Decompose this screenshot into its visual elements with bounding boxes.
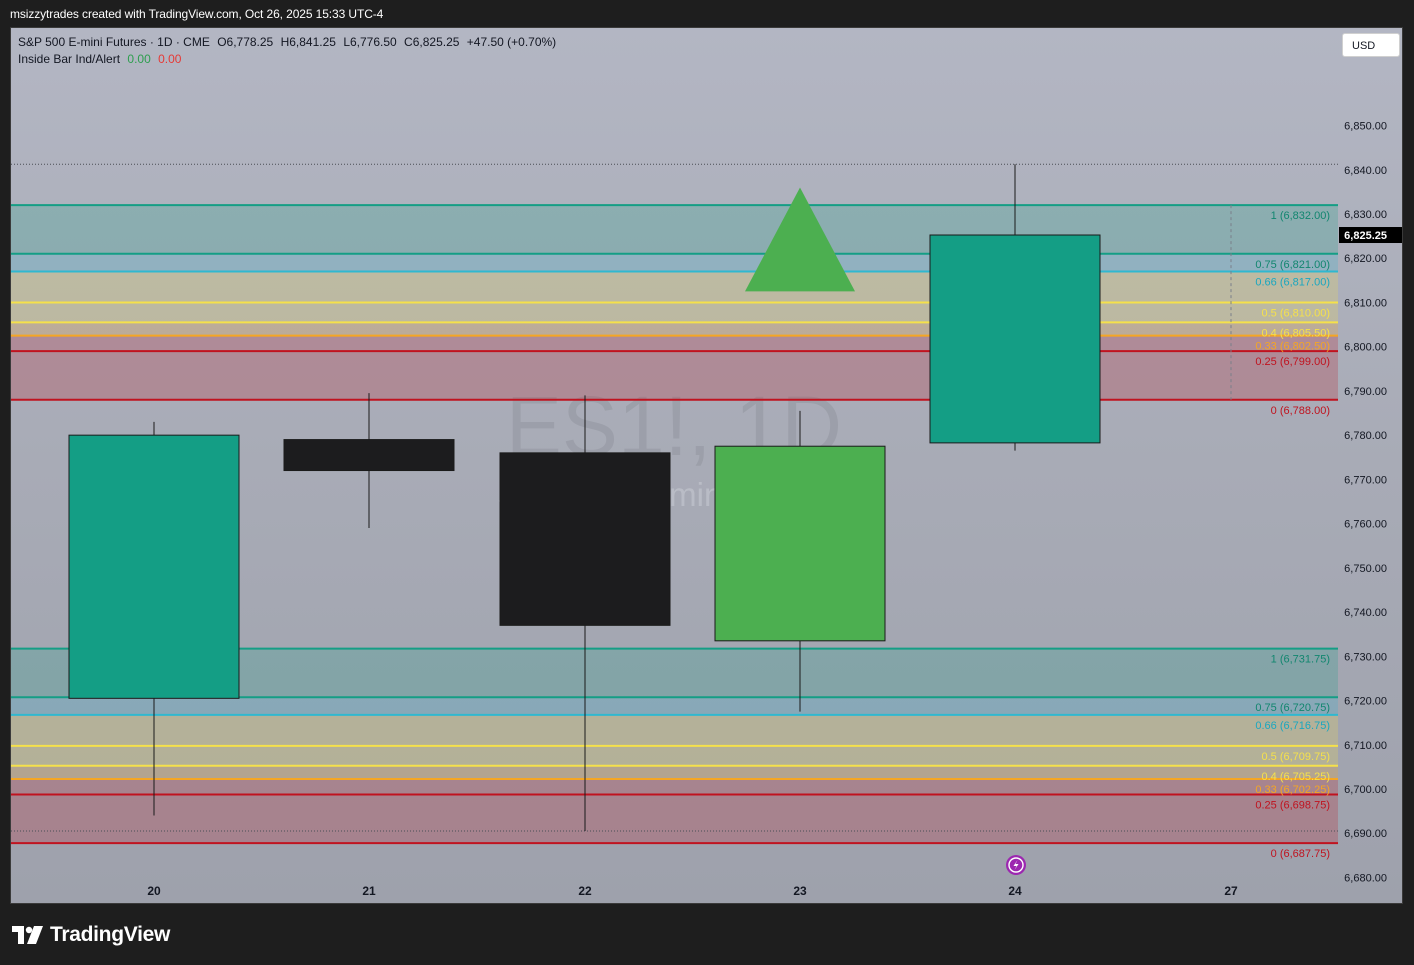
time-tick-label: 21 [362, 884, 376, 898]
flash-icon[interactable] [1006, 855, 1026, 875]
candle-body [68, 434, 240, 699]
attribution-text: msizzytrades created with TradingView.co… [10, 7, 384, 21]
symbol-name[interactable]: S&P 500 E-mini Futures · 1D · CME [18, 35, 210, 49]
ohlc-low: L6,776.50 [343, 35, 397, 49]
fib-level-label: 0.5 (6,810.00) [1262, 307, 1331, 319]
price-axis-area [1338, 28, 1403, 904]
fib-level-label: 0.25 (6,698.75) [1255, 800, 1330, 812]
indicator-header[interactable]: Inside Bar Ind/Alert 0.00 0.00 [18, 52, 185, 66]
candle-body [714, 445, 886, 642]
last-price-label: 6,825.25 [1344, 230, 1387, 242]
price-tick-label: 6,830.00 [1344, 209, 1387, 221]
fib-band [11, 714, 1338, 746]
candle-body [929, 234, 1101, 444]
price-tick-label: 6,730.00 [1344, 651, 1387, 663]
fib-band [11, 779, 1338, 795]
candle-body [283, 439, 455, 472]
ohlc-open: O6,778.25 [217, 35, 274, 49]
price-tick-label: 6,770.00 [1344, 474, 1387, 486]
price-tick-label: 6,800.00 [1344, 342, 1387, 354]
price-tick-label: 6,840.00 [1344, 165, 1387, 177]
fib-level-label: 0.25 (6,799.00) [1255, 356, 1330, 368]
fib-band [11, 253, 1338, 272]
fib-band [11, 697, 1338, 715]
fib-band [11, 322, 1338, 336]
fib-level-label: 0 (6,687.75) [1271, 848, 1330, 860]
fib-level-label: 0.66 (6,716.75) [1255, 720, 1330, 732]
time-tick-label: 23 [793, 884, 807, 898]
candle [283, 393, 455, 529]
fib-level-label: 0.33 (6,802.50) [1255, 341, 1330, 353]
tradingview-brand[interactable]: TradingView [12, 922, 170, 948]
brand-name: TradingView [50, 923, 171, 946]
symbol-header[interactable]: S&P 500 E-mini Futures · 1D · CME O6,778… [18, 35, 560, 49]
fib-band [11, 351, 1338, 400]
price-tick-label: 6,780.00 [1344, 430, 1387, 442]
price-tick-label: 6,790.00 [1344, 386, 1387, 398]
time-axis[interactable]: 20 21 22 23 24 27 [147, 884, 1238, 898]
time-tick-label: 22 [578, 884, 592, 898]
fib-labels-layer: 1 (6,832.00) 0.75 (6,821.00) 0.66 (6,817.0… [1255, 210, 1330, 860]
fib-level-label: 0.4 (6,705.25) [1262, 771, 1331, 783]
indicator-name[interactable]: Inside Bar Ind/Alert [18, 52, 120, 66]
fib-band [11, 335, 1338, 352]
price-tick-label: 6,710.00 [1344, 740, 1387, 752]
price-tick-label: 6,750.00 [1344, 563, 1387, 575]
fib-band [11, 271, 1338, 303]
currency-button[interactable]: USD [1342, 33, 1400, 57]
price-tick-label: 6,850.00 [1344, 121, 1387, 133]
fib-level-label: 0.66 (6,817.00) [1255, 277, 1330, 289]
price-chart[interactable]: ES1!, 1D S&P 500 E-mini Futures 1 (6,832… [11, 28, 1403, 904]
fib-level-label: 1 (6,731.75) [1271, 654, 1330, 666]
chart-frame[interactable]: ES1!, 1D S&P 500 E-mini Futures 1 (6,832… [10, 27, 1403, 904]
fib-level-label: 0.4 (6,805.50) [1262, 327, 1331, 339]
fib-level-label: 1 (6,832.00) [1271, 210, 1330, 222]
fib-level-label: 0.75 (6,720.75) [1255, 702, 1330, 714]
price-axis[interactable]: 6,680.00 6,690.00 6,700.00 6,710.00 6,720.00… [1338, 28, 1403, 904]
price-tick-label: 6,680.00 [1344, 872, 1387, 884]
fib-level-label: 0 (6,788.00) [1271, 405, 1330, 417]
indicator-value-1: 0.00 [127, 52, 151, 66]
indicator-value-2: 0.00 [158, 52, 182, 66]
tradingview-logo-icon [12, 926, 43, 944]
fib-level-label: 0.5 (6,709.75) [1262, 751, 1331, 763]
fib-band [11, 205, 1338, 254]
price-change: +47.50 (+0.70%) [466, 35, 557, 49]
fib-band [11, 794, 1338, 844]
fib-band [11, 745, 1338, 766]
price-tick-label: 6,760.00 [1344, 519, 1387, 531]
ohlc-high: H6,841.25 [280, 35, 336, 49]
time-tick-label: 20 [147, 884, 161, 898]
time-tick-label: 24 [1008, 884, 1022, 898]
fib-level-label: 0.75 (6,821.00) [1255, 259, 1330, 271]
price-tick-label: 6,690.00 [1344, 828, 1387, 840]
price-tick-label: 6,810.00 [1344, 297, 1387, 309]
price-tick-label: 6,700.00 [1344, 784, 1387, 796]
price-tick-label: 6,740.00 [1344, 607, 1387, 619]
fib-band [11, 302, 1338, 323]
price-tick-label: 6,720.00 [1344, 696, 1387, 708]
fib-band [11, 765, 1338, 780]
time-tick-label: 27 [1224, 884, 1238, 898]
fib-level-label: 0.33 (6,702.25) [1255, 784, 1330, 796]
candle-body [499, 452, 671, 626]
ohlc-close: C6,825.25 [404, 35, 460, 49]
price-tick-label: 6,820.00 [1344, 253, 1387, 265]
attribution-bar: msizzytrades created with TradingView.co… [0, 0, 1414, 27]
